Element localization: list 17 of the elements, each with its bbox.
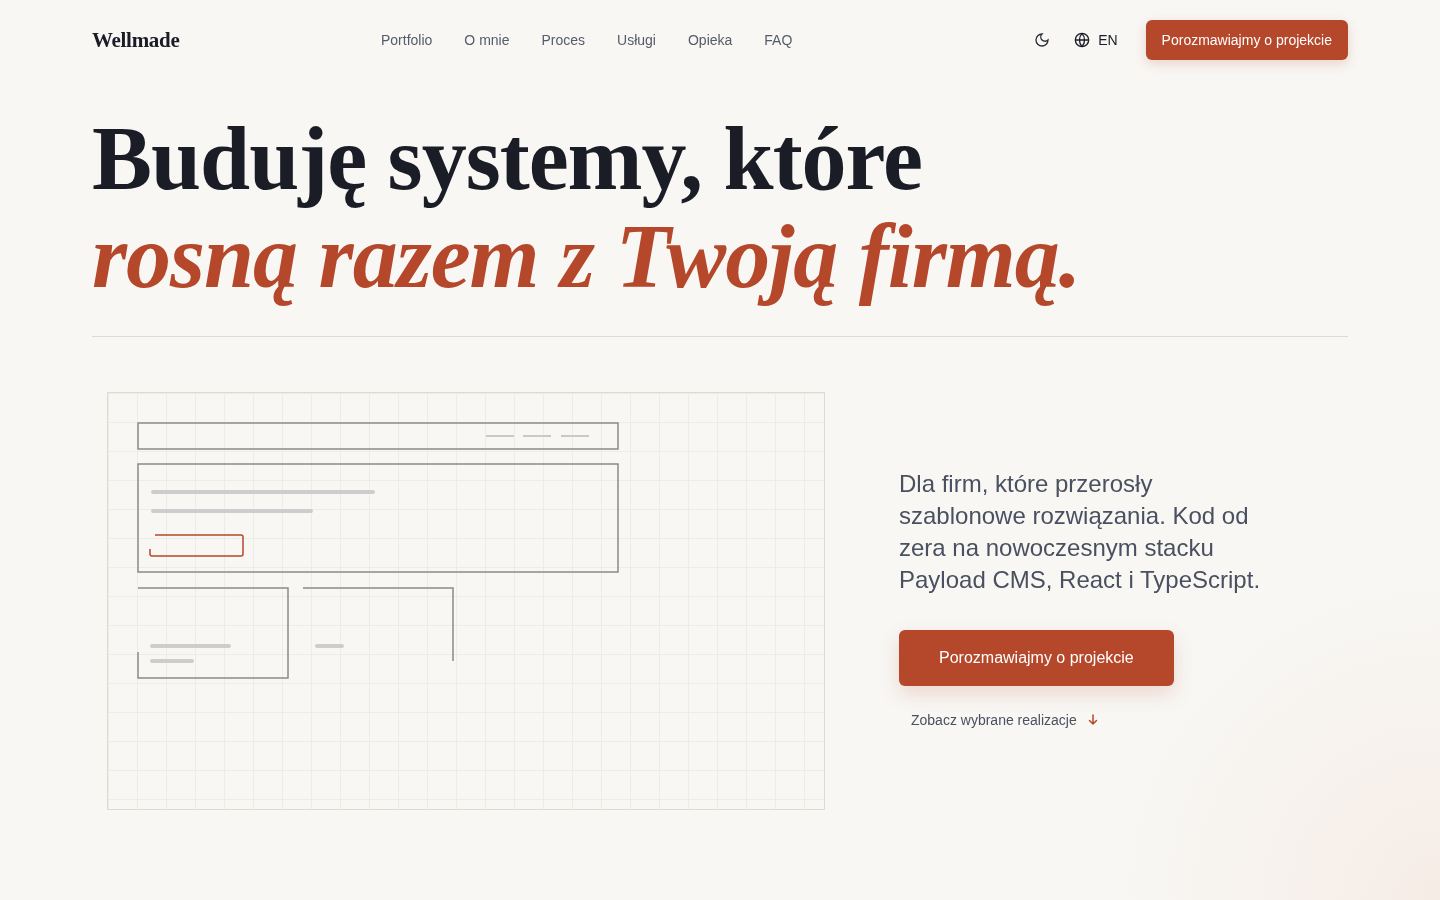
headline: Buduję systemy, które bbox=[92, 110, 923, 208]
language-button[interactable]: EN bbox=[1074, 32, 1118, 48]
nav-link[interactable]: O mnie bbox=[464, 32, 510, 48]
nav-link[interactable]: Usługi bbox=[617, 32, 656, 48]
contact-button[interactable]: Porozmawiajmy o projekcie bbox=[899, 630, 1174, 686]
moon-icon[interactable] bbox=[1034, 32, 1051, 48]
nav-link[interactable]: Opieka bbox=[687, 32, 733, 48]
nav-link[interactable]: FAQ bbox=[764, 32, 793, 48]
headline-accent: rosną razem z Twoją firmą. bbox=[92, 208, 1082, 306]
contact-button[interactable]: Porozmawiajmy o projekcie bbox=[1145, 20, 1348, 60]
nav-link[interactable]: Proces bbox=[541, 32, 586, 48]
arrow-down-icon bbox=[1086, 714, 1099, 726]
work-samples-link[interactable]: Zobacz wybrane realizacje bbox=[911, 712, 1099, 728]
globe-icon bbox=[1074, 32, 1091, 48]
nav-link[interactable]: Portfolio bbox=[381, 32, 433, 48]
logo[interactable]: Wellmade bbox=[92, 27, 372, 53]
description: Dla firm, które przerosły szablonowe rozwiązania. Kod od zera na nowoczesnym stacku Payload CMS, React i TypeScript. bbox=[899, 469, 1262, 595]
